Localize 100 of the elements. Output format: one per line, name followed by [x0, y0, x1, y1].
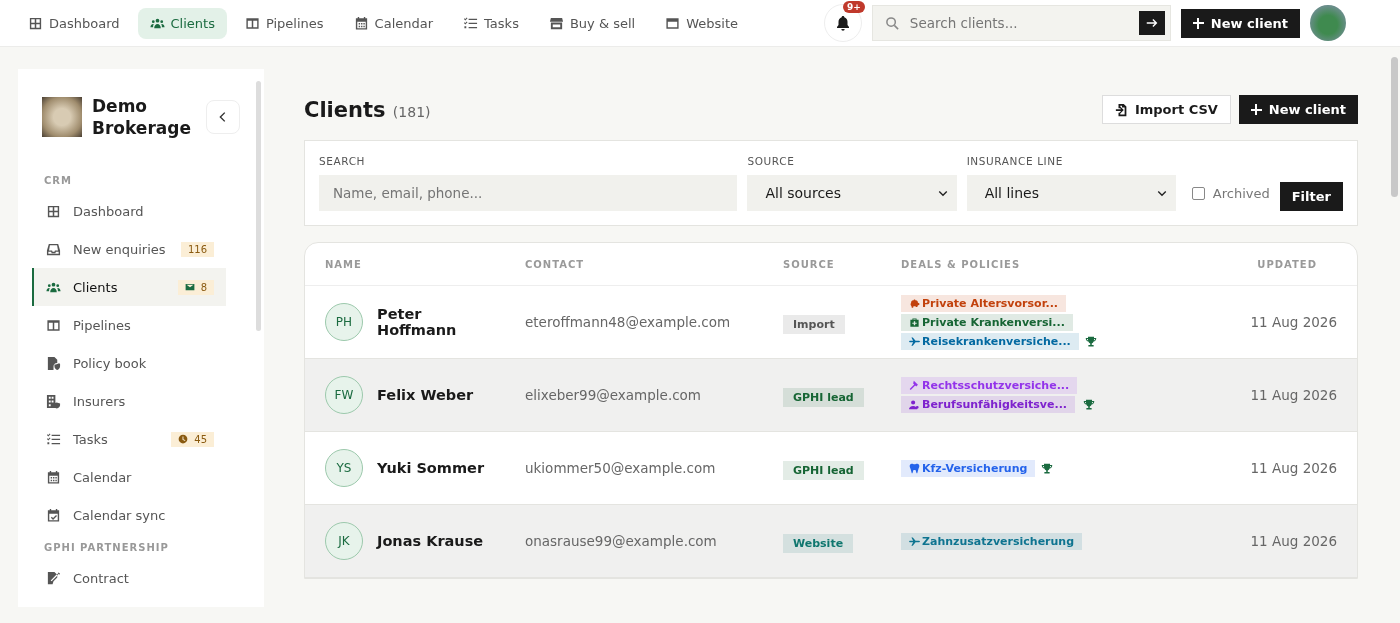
sidebar-scrollbar[interactable]	[256, 81, 261, 331]
client-initials-avatar: FW	[325, 376, 363, 414]
client-email: ukiommer50@example.com	[525, 460, 717, 476]
insurance-line-dropdown[interactable]: All lines	[966, 175, 1176, 211]
badge-count: 45	[194, 433, 207, 445]
client-email: onasrause99@example.com	[525, 533, 718, 549]
policy-tag: Kfz-Versicherung	[901, 459, 1036, 477]
sidebar-section-title: GPHI PARTNERSHIP	[43, 542, 170, 556]
plus-icon	[1250, 104, 1262, 115]
policy-icon	[909, 462, 920, 474]
plus-icon	[1192, 17, 1204, 29]
import-csv-button[interactable]: Import CSV	[1101, 95, 1231, 124]
sidebar-item-icon	[46, 355, 61, 371]
bell-icon	[834, 15, 851, 31]
file-import-icon	[1114, 102, 1129, 117]
mail-icon	[184, 282, 195, 293]
sidebar-item[interactable]: Clients 8	[32, 268, 226, 307]
client-initials-avatar: YS	[325, 449, 363, 487]
policy-tag: Berufsunfähigkeitsve...	[901, 396, 1075, 413]
filter-button[interactable]: Filter	[1279, 182, 1343, 211]
policy-icon	[909, 297, 920, 309]
brand-logo-photo	[42, 97, 82, 138]
column-header: DEALS & POLICIES	[901, 258, 1022, 270]
policy-icon	[909, 335, 920, 347]
sidebar-item-icon	[46, 507, 61, 523]
policy-icon	[909, 535, 920, 547]
nav-tab-icon	[28, 15, 43, 31]
sidebar-item-icon	[46, 431, 61, 447]
sidebar-item-icon	[46, 469, 61, 485]
sidebar-item[interactable]: Dashboard	[32, 192, 226, 231]
table-row[interactable]: PH Peter Hoffmann eteroffmann48@example.com Import Private Altersvorsor... Private Krankenversi... Reisekrankenversiche... 11 Aug 2026	[305, 286, 1357, 359]
column-header: NAME	[325, 258, 363, 270]
source-dropdown[interactable]: All sources	[747, 175, 957, 211]
nav-tab[interactable]: Website	[653, 7, 750, 39]
search-submit-button[interactable]	[1138, 11, 1165, 35]
policy-tag: Reisekrankenversiche...	[901, 332, 1079, 350]
client-name: Jonas Krause	[377, 533, 485, 549]
sidebar-item[interactable]: Policy book	[32, 344, 226, 383]
user-avatar[interactable]	[1310, 5, 1346, 41]
sidebar-item-icon	[46, 203, 61, 219]
search-bar[interactable]: Search clients...	[871, 5, 1171, 41]
field-label: INSURANCE LINE	[966, 155, 1064, 167]
nav-tab-icon	[463, 15, 479, 31]
archived-checkbox[interactable]	[1191, 187, 1205, 200]
nav-tab[interactable]: Pipelines	[232, 7, 336, 39]
updated-date: 11 Aug 2026	[1249, 460, 1337, 476]
source-tag: GPHI lead	[783, 387, 864, 407]
nav-tab[interactable]: Buy & sell	[536, 7, 648, 39]
new-client-button[interactable]: New client	[1238, 95, 1358, 124]
checkbox-label: Archived	[1212, 186, 1270, 201]
source-tag: GPHI lead	[783, 460, 864, 480]
clock-icon	[178, 434, 189, 445]
sidebar-item[interactable]: Calendar	[32, 458, 226, 497]
new-client-button[interactable]: New client	[1180, 8, 1300, 38]
nav-tab-icon	[665, 15, 681, 31]
table-row[interactable]: FW Felix Weber elixeber99@example.com GPHI lead Rechtsschutzversiche... Berufsunfähigkeitsve... 11 Aug 2026	[305, 359, 1357, 432]
field-label: SEARCH	[319, 155, 367, 167]
badge-count: 8	[200, 281, 207, 293]
nav-tab[interactable]: Clients	[137, 7, 227, 39]
nav-tab[interactable]: Calendar	[341, 7, 446, 39]
sidebar-item[interactable]: Contract	[32, 559, 226, 598]
policy-tag: Rechtsschutzversiche...	[901, 377, 1078, 394]
updated-date: 11 Aug 2026	[1249, 387, 1337, 403]
column-header: UPDATED	[1256, 258, 1318, 270]
search-field[interactable]: Search clients...	[907, 14, 1131, 32]
client-initials-avatar: PH	[325, 303, 363, 341]
updated-date: 11 Aug 2026	[1249, 314, 1337, 330]
sidebar-item-icon	[46, 241, 61, 257]
nav-tab[interactable]: Tasks	[451, 7, 531, 39]
client-name: Yuki Sommer	[377, 460, 486, 476]
sidebar-item[interactable]: Tasks 45	[32, 420, 226, 459]
nav-tab[interactable]: Dashboard	[16, 7, 132, 39]
policy-tag: Private Krankenversi...	[901, 313, 1073, 331]
search-icon	[884, 15, 900, 31]
sidebar-item[interactable]: Insurers	[32, 382, 226, 421]
page-title: Clients (181)	[304, 97, 431, 122]
brand-name: Demo Brokerage	[92, 95, 192, 140]
notification-count: 9+	[843, 1, 865, 13]
badge-count: 116	[187, 243, 207, 255]
nav-tab-icon	[548, 15, 564, 31]
policy-icon	[909, 399, 920, 410]
policy-icon	[909, 380, 920, 391]
trophy-icon	[1084, 335, 1097, 348]
search-field[interactable]: Name, email, phone...	[319, 175, 738, 211]
column-header: SOURCE	[783, 258, 836, 270]
policy-icon	[909, 316, 920, 328]
sidebar-item[interactable]: Calendar sync	[32, 496, 226, 535]
client-email: eteroffmann48@example.com	[525, 314, 732, 330]
nav-tab-icon	[353, 15, 369, 31]
sidebar-item[interactable]: New enquiries 116	[32, 230, 226, 269]
client-email: elixeber99@example.com	[525, 387, 703, 403]
source-tag: Website	[783, 533, 854, 553]
nav-tab-icon	[244, 15, 260, 31]
sidebar-item-icon	[46, 570, 61, 586]
client-initials-avatar: JK	[325, 522, 363, 560]
sidebar-item-icon	[46, 393, 61, 409]
sidebar-item[interactable]: Pipelines	[32, 306, 226, 345]
table-row[interactable]: JK Jonas Krause onasrause99@example.com Website Zahnzusatzversicherung 11 Aug 2026	[305, 505, 1357, 578]
client-name: Felix Weber	[377, 387, 475, 403]
page-scrollbar[interactable]	[1391, 57, 1398, 197]
